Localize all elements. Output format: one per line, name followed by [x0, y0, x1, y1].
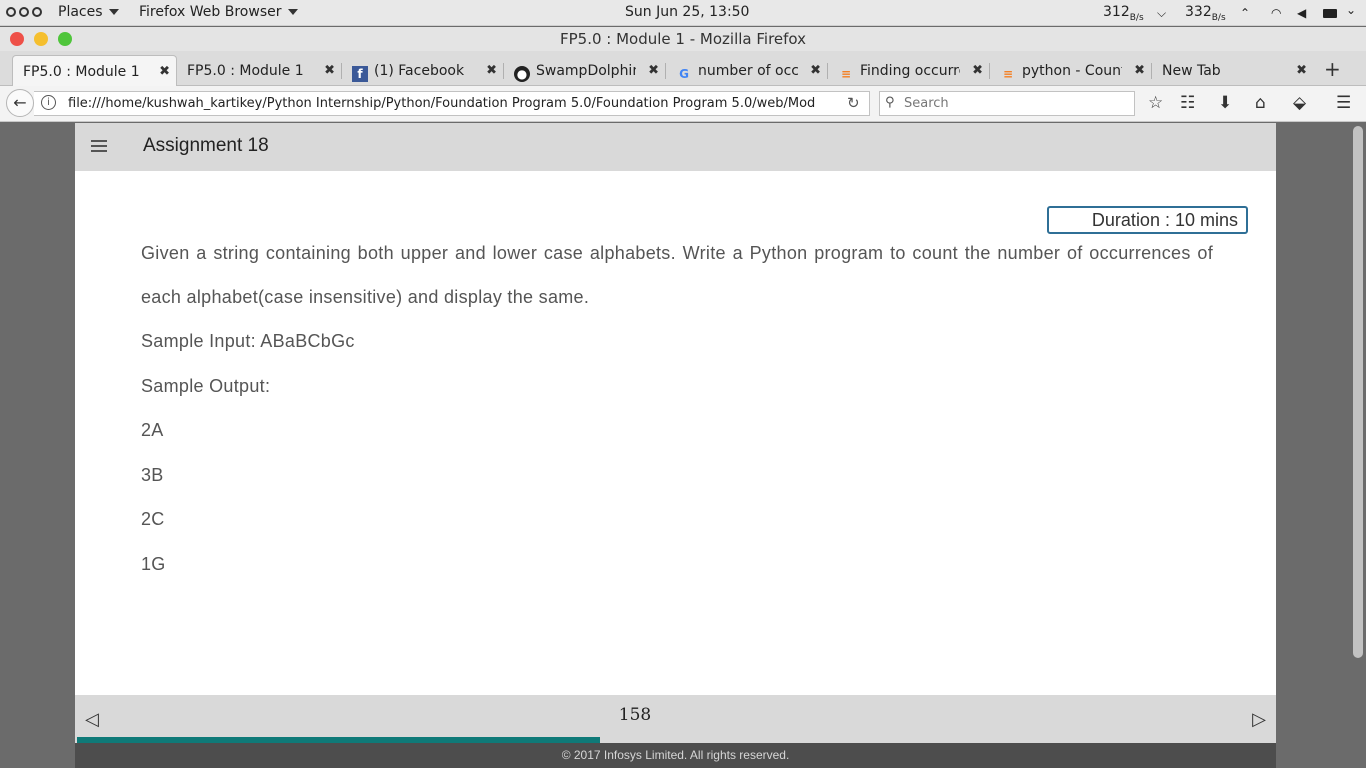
home-icon[interactable]: ⌂ — [1255, 93, 1266, 113]
duration-badge: Duration : 10 mins — [1047, 206, 1248, 234]
clock[interactable]: Sun Jun 25, 13:50 — [625, 4, 749, 20]
bookmark-star-icon[interactable]: ☆ — [1148, 93, 1163, 113]
output-line: 1G — [141, 553, 166, 574]
net-upload-value: 332 — [1185, 4, 1212, 20]
assignment-header: Assignment 18 — [75, 123, 1276, 171]
new-tab-plus-icon[interactable]: + — [1324, 57, 1341, 81]
facebook-icon: f — [352, 66, 368, 82]
page-navigation-footer: ◁ 158 ▷ — [75, 695, 1276, 743]
close-icon[interactable]: ✖ — [159, 64, 170, 79]
tab-label: FP5.0 : Module 1 — [23, 64, 140, 80]
chevron-down-icon — [108, 9, 119, 15]
tab-label: New Tab — [1162, 63, 1221, 79]
pocket-icon[interactable]: ⬙ — [1293, 93, 1306, 113]
net-download-value: 312 — [1103, 4, 1130, 20]
chevron-down-icon — [287, 9, 298, 15]
tab-label: number of occur — [698, 63, 798, 79]
output-line: 2A — [141, 420, 164, 440]
net-unit: B/s — [1129, 12, 1144, 23]
close-icon[interactable]: ✖ — [324, 63, 335, 78]
github-icon: ● — [514, 66, 530, 82]
tab-label: python - Count o — [1022, 63, 1122, 79]
reader-list-icon[interactable]: ☷ — [1180, 93, 1195, 113]
page-title: Assignment 18 — [143, 135, 269, 156]
tab-strip: FP5.0 : Module 1 ✖ FP5.0 : Module 1 ✖ f (… — [0, 51, 1366, 86]
url-bar[interactable]: file:///home/kushwah_kartikey/Python Int… — [34, 91, 870, 116]
vertical-scrollbar[interactable] — [1353, 126, 1363, 658]
net-unit: B/s — [1211, 12, 1226, 23]
close-icon[interactable]: ✖ — [1296, 63, 1307, 78]
menu-hamburger-icon[interactable]: ☰ — [1336, 93, 1351, 113]
tab-facebook[interactable]: f (1) Facebook ✖ — [342, 55, 503, 86]
copyright-footer: © 2017 Infosys Limited. All rights reser… — [75, 743, 1276, 768]
tab-stackoverflow-finding[interactable]: ≡ Finding occurren ✖ — [828, 55, 989, 86]
tab-new-tab[interactable]: New Tab ✖ — [1152, 55, 1313, 86]
app-menu-label: Firefox Web Browser — [139, 4, 282, 20]
upload-arrow-icon: ⌃ — [1240, 6, 1251, 20]
system-top-bar: Places Firefox Web Browser Sun Jun 25, 1… — [0, 0, 1366, 26]
activities-icon[interactable] — [6, 7, 42, 17]
tab-label: FP5.0 : Module 1 — [187, 63, 304, 79]
stackoverflow-icon: ≡ — [1002, 67, 1014, 81]
close-icon[interactable]: ✖ — [486, 63, 497, 78]
tab-google-search[interactable]: Gnumber of occur ✖ — [666, 55, 827, 86]
question-text: Given a string containing both upper and… — [141, 243, 1213, 307]
tab-label: SwampDolphin9 — [536, 63, 636, 79]
output-line: 2C — [141, 509, 165, 529]
back-arrow-icon: ← — [13, 93, 27, 112]
close-icon[interactable]: ✖ — [1134, 63, 1145, 78]
back-button[interactable]: ← — [6, 89, 34, 117]
sample-output-label: Sample Output: — [141, 375, 271, 396]
page-info-icon[interactable]: i — [41, 95, 56, 110]
output-line: 3B — [141, 464, 164, 485]
close-icon[interactable]: ✖ — [648, 63, 659, 78]
net-upload-rate: 332B/s — [1185, 4, 1226, 23]
download-arrow-icon: ⌵ — [1157, 6, 1167, 20]
tab-github[interactable]: ● SwampDolphin9 ✖ — [504, 55, 665, 86]
net-download-rate: 312B/s — [1103, 4, 1144, 23]
tab-fp5-module1-active[interactable]: FP5.0 : Module 1 ✖ — [12, 55, 177, 86]
tab-stackoverflow-python[interactable]: ≡ python - Count o ✖ — [990, 55, 1151, 86]
page-viewport: Assignment 18 Duration : 10 mins Given a… — [75, 123, 1276, 768]
tab-label: Finding occurren — [860, 63, 960, 79]
wifi-icon[interactable]: ◠ — [1271, 6, 1281, 20]
tab-fp5-module1[interactable]: FP5.0 : Module 1 ✖ — [177, 55, 341, 86]
sample-input: Sample Input: ABaBCbGc — [141, 331, 355, 351]
search-input[interactable]: Search — [879, 91, 1135, 116]
search-icon: ⚲ — [885, 95, 895, 110]
window-title: FP5.0 : Module 1 - Mozilla Firefox — [559, 30, 807, 48]
assignment-content: Given a string containing both upper and… — [141, 231, 1213, 586]
app-menu[interactable]: Firefox Web Browser — [139, 4, 298, 20]
sidebar-toggle-icon[interactable] — [91, 140, 107, 155]
tab-label: (1) Facebook — [374, 63, 465, 79]
downloads-icon[interactable]: ⬇ — [1218, 93, 1232, 113]
google-icon: G — [679, 67, 689, 81]
power-menu-chevron-icon[interactable]: ⌄ — [1346, 3, 1356, 17]
places-label: Places — [58, 4, 103, 20]
navigation-toolbar: file:///home/kushwah_kartikey/Python Int… — [0, 86, 1366, 122]
reload-icon[interactable]: ↻ — [847, 94, 860, 112]
close-icon[interactable]: ✖ — [972, 63, 983, 78]
places-menu[interactable]: Places — [58, 4, 119, 20]
next-page-arrow-icon[interactable]: ▷ — [1252, 709, 1266, 730]
page-number: 158 — [618, 705, 652, 725]
close-icon[interactable]: ✖ — [810, 63, 821, 78]
battery-icon[interactable] — [1323, 7, 1337, 21]
stackoverflow-icon: ≡ — [840, 67, 852, 81]
window-title-bar: FP5.0 : Module 1 - Mozilla Firefox — [0, 27, 1366, 51]
volume-icon[interactable]: ◀ — [1297, 6, 1306, 20]
